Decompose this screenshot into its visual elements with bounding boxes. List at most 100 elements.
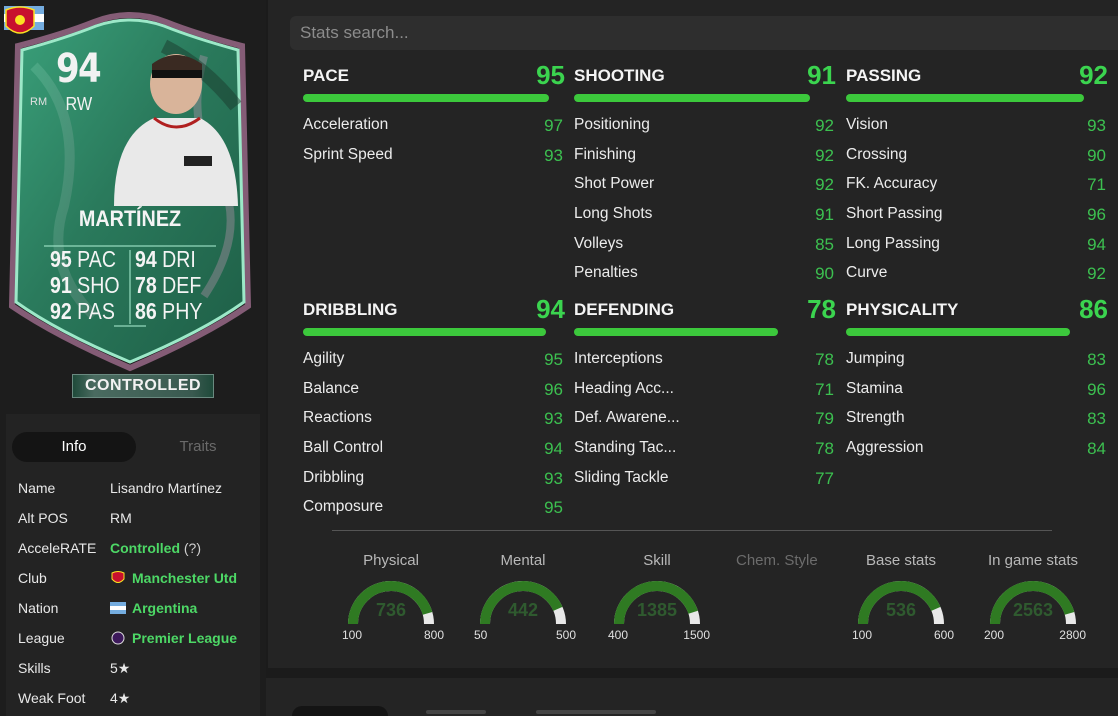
stat-name: Finishing <box>574 145 637 163</box>
info-row-alt-pos: Alt POS RM <box>18 510 258 540</box>
stats-search <box>290 16 1118 50</box>
info-value[interactable]: Controlled (?) <box>110 540 201 556</box>
gauge-min: 200 <box>984 628 1005 642</box>
stat-row: Sprint Speed 93 <box>303 146 565 176</box>
stat-row: Composure 95 <box>303 498 565 528</box>
gauge-value: 536 <box>885 600 917 620</box>
info-row-skills: Skills 5★ <box>18 660 258 690</box>
tab-info[interactable]: Info <box>12 432 136 462</box>
info-key: Weak Foot <box>18 690 86 706</box>
gauge-label: In game stats <box>987 552 1079 569</box>
stat-row: Long Passing 94 <box>846 235 1108 265</box>
stat-group-title: DEFENDING <box>574 300 675 319</box>
stat-group-physicality: PHYSICALITY 86 Jumping 83 Stamina 96 Strength 8… <box>846 294 1108 458</box>
bottom-tab[interactable] <box>536 710 656 714</box>
nation-link[interactable]: Argentina <box>110 600 197 616</box>
info-key: Skills <box>18 660 51 676</box>
gauge-value: 442 <box>507 600 539 620</box>
stat-row: Jumping 83 <box>846 350 1108 380</box>
stat-group-passing: PASSING 92 Vision 93 Crossing 90 FK. Accuracy 7… <box>846 60 1108 283</box>
card-stat: 92 PAS <box>50 298 115 324</box>
stats-search-input[interactable] <box>290 16 1118 50</box>
stat-group-header: DRIBBLING 94 <box>303 294 565 328</box>
card-stat: 91 SHO <box>50 272 120 298</box>
stat-row: Short Passing 96 <box>846 205 1108 235</box>
stat-name: Sliding Tackle <box>574 468 669 486</box>
card-position: RW <box>65 94 93 114</box>
info-value: 4★ <box>110 690 131 706</box>
tab-traits[interactable]: Traits <box>142 432 254 462</box>
bottom-tab[interactable] <box>292 706 388 716</box>
gauge-min: 400 <box>608 628 629 642</box>
stat-value: 93 <box>544 145 563 165</box>
stat-row: Positioning 92 <box>574 116 836 146</box>
stat-group-bar <box>846 94 1084 102</box>
stat-row: Balance 96 <box>303 380 565 410</box>
stat-name: Volleys <box>574 234 624 252</box>
card-stat: 78 DEF <box>135 272 202 298</box>
stat-value: 77 <box>815 468 834 488</box>
stat-value: 93 <box>1087 116 1106 135</box>
stat-row: Strength 83 <box>846 409 1108 439</box>
gauge-value: 2563 <box>1012 600 1054 620</box>
club-link[interactable]: Manchester Utd <box>110 570 237 586</box>
player-card[interactable]: 94 RM RW MARTÍNEZ 95 PAC 94 DRI 91 SHO 7… <box>4 6 256 376</box>
stat-group-score: 91 <box>807 60 836 90</box>
stat-value: 92 <box>815 116 834 135</box>
stat-group-defending: DEFENDING 78 Interceptions 78 Heading Acc...… <box>574 294 836 488</box>
gauge-label: Skill <box>643 552 671 569</box>
stat-value: 92 <box>815 145 834 165</box>
gauge-max: 600 <box>933 628 954 642</box>
stat-group-pace: PACE 95 Acceleration 97 Sprint Speed 93 <box>303 60 565 165</box>
info-row-nation: Nation Argentina <box>18 600 258 630</box>
stat-group-score: 86 <box>1079 294 1108 324</box>
info-key: Club <box>18 570 47 586</box>
info-key: AcceleRATE <box>18 540 97 556</box>
league-logo-icon <box>111 631 125 645</box>
club-crest-icon <box>5 6 35 34</box>
stat-name: FK. Accuracy <box>846 175 938 193</box>
stat-value: 83 <box>1087 350 1106 369</box>
card-player-name: MARTÍNEZ <box>78 206 182 231</box>
stat-row: Agility 95 <box>303 350 565 380</box>
gauge-min: 100 <box>852 628 873 642</box>
accelerate-badge: CONTROLLED <box>72 374 214 398</box>
stat-value: 90 <box>815 264 834 284</box>
stat-row: Penalties 90 <box>574 264 836 294</box>
info-key: Nation <box>18 600 59 616</box>
stat-value: 79 <box>815 409 834 429</box>
stat-list: Vision 93 Crossing 90 FK. Accuracy 71 Short Pa… <box>846 116 1108 294</box>
stat-name: Ball Control <box>303 439 384 457</box>
stat-value: 93 <box>544 468 563 488</box>
stat-row: FK. Accuracy 71 <box>846 175 1108 205</box>
stat-list: Agility 95 Balance 96 Reactions 93 Ball Contro… <box>303 350 565 528</box>
stat-row: Stamina 96 <box>846 380 1108 410</box>
gauge-max: 1500 <box>683 628 710 642</box>
divider <box>332 530 1052 531</box>
stat-name: Positioning <box>574 116 650 133</box>
stat-group-bar <box>574 328 778 336</box>
league-link[interactable]: Premier League <box>110 630 237 646</box>
stat-value: 83 <box>1087 409 1106 429</box>
bottom-tab[interactable] <box>426 710 486 714</box>
gauge-in-game-stats: In game stats 2563 200 2800 <box>978 552 1088 652</box>
card-stat: 94 DRI <box>135 246 196 272</box>
gauge-physical: Physical 736 100 800 <box>336 552 446 652</box>
chem-style-label[interactable]: Chem. Style <box>736 552 818 569</box>
stat-value: 85 <box>815 234 834 254</box>
stat-group-title: DRIBBLING <box>303 300 398 319</box>
stat-group-header: PASSING 92 <box>846 60 1108 94</box>
gauge-max: 800 <box>423 628 444 642</box>
stat-row: Vision 93 <box>846 116 1108 146</box>
help-link[interactable]: (?) <box>184 540 201 556</box>
stat-row: Standing Tac... 78 <box>574 439 836 469</box>
stat-list: Positioning 92 Finishing 92 Shot Power 92 Long… <box>574 116 836 294</box>
stat-value: 92 <box>815 175 834 195</box>
info-panel: Info Traits Name Lisandro Martínez Alt P… <box>6 414 260 716</box>
stat-name: Interceptions <box>574 350 663 367</box>
stat-group-bar <box>574 94 810 102</box>
stat-value: 92 <box>1087 264 1106 284</box>
stat-group-title: PASSING <box>846 66 922 85</box>
stats-panel: PACE 95 Acceleration 97 Sprint Speed 93 SHOOTI… <box>268 0 1118 668</box>
club-crest-icon <box>111 571 125 583</box>
